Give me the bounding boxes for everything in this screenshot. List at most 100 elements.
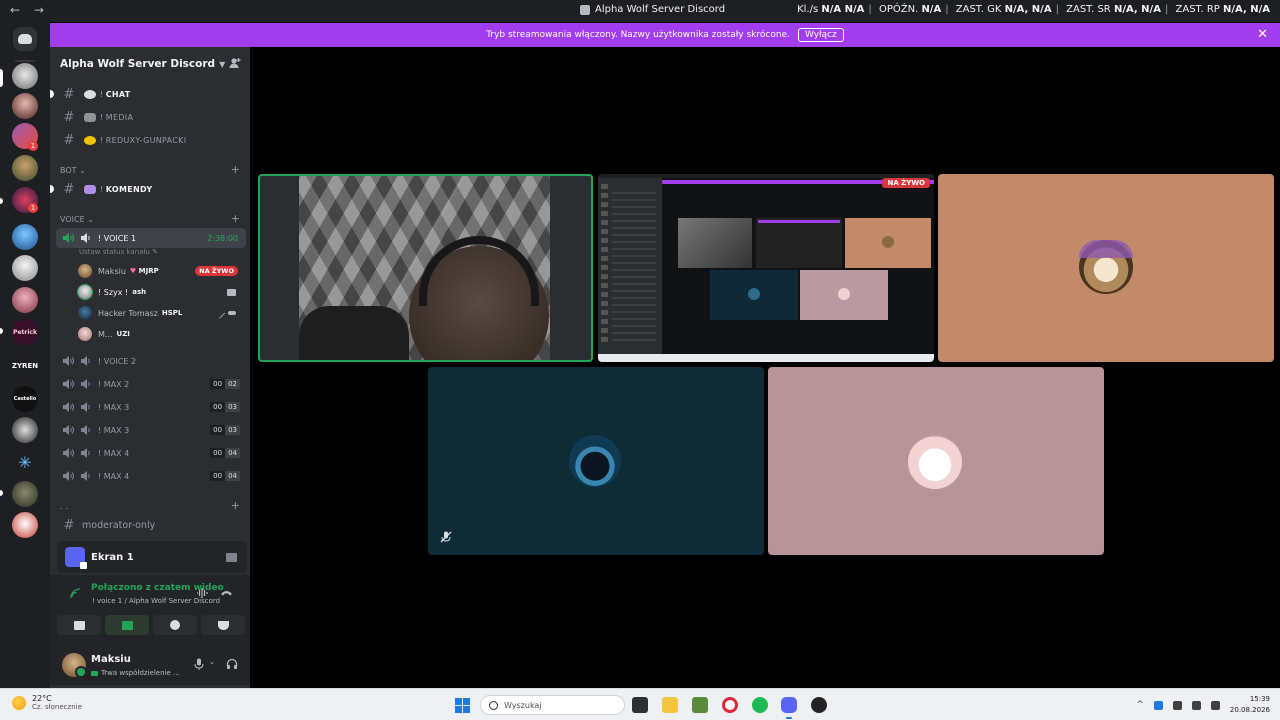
headphones-icon[interactable] (226, 658, 238, 670)
voice-user-name: ! Szyx ! (98, 287, 129, 297)
chevron-down-icon[interactable]: ⌄ (209, 658, 215, 666)
live-badge: NA ŻYWO (882, 178, 930, 188)
microphone-icon[interactable] (193, 658, 205, 670)
channel-prefix: ! (100, 112, 104, 122)
user-limit-badge: 00 04 (210, 448, 240, 458)
add-channel-icon[interactable]: + (231, 499, 240, 512)
tray-app-icon[interactable] (1153, 700, 1163, 710)
server-icon-8[interactable] (12, 287, 38, 313)
channel-komendy[interactable]: # ! komendy (50, 179, 246, 199)
activities-button[interactable] (153, 615, 197, 635)
task-view-icon[interactable] (632, 697, 648, 713)
server-header[interactable]: Alpha Wolf Server Discord ▼ (50, 47, 250, 81)
server-icon-12[interactable] (12, 512, 38, 538)
minecraft-icon[interactable] (692, 697, 708, 713)
video-tile-hacker-avatar[interactable] (428, 367, 764, 555)
server-icon-xyz[interactable] (12, 417, 38, 443)
video-tile-webcam[interactable] (258, 174, 593, 362)
disable-streamer-mode-button[interactable]: Wyłącz (797, 28, 844, 42)
opera-icon[interactable] (722, 697, 738, 713)
category-collapsed[interactable]: . . + (60, 499, 246, 512)
server-alpha-wolf[interactable] (12, 63, 38, 89)
battery-icon[interactable] (1210, 700, 1220, 710)
voice-channel-row[interactable]: ! max 3 00 03 (56, 397, 246, 417)
user-avatar[interactable] (62, 653, 87, 678)
voice-channel-row[interactable]: ! voice 2 (56, 351, 246, 371)
voice-channel-icon (63, 448, 74, 458)
soundboard-button[interactable] (201, 615, 245, 635)
system-tray: ^ 15:39 20.08.2026 (1136, 694, 1270, 716)
weather-widget[interactable]: 22°C Cz. słonecznie (12, 694, 82, 711)
discord-home-button[interactable] (13, 27, 37, 51)
volume-icon[interactable] (1191, 700, 1201, 710)
disconnect-icon[interactable] (220, 588, 233, 598)
server-icon-11[interactable] (12, 481, 38, 507)
weather-temp: 22°C (32, 694, 52, 703)
app-icon-black[interactable] (811, 697, 827, 713)
hash-icon: # (63, 132, 75, 148)
category-bot[interactable]: BOT ⌄ + (60, 163, 246, 176)
noise-suppression-icon[interactable] (196, 587, 209, 599)
channel-media[interactable]: # ! media (56, 107, 246, 127)
network-icon[interactable] (1172, 700, 1182, 710)
server-icon-4[interactable] (12, 155, 38, 181)
screen-share-icon (65, 547, 87, 569)
server-castello[interactable]: Castello (12, 386, 38, 412)
voice-channel-row[interactable]: ! max 4 00 04 (56, 466, 246, 486)
start-button[interactable] (455, 698, 470, 713)
close-banner-icon[interactable]: ✕ (1257, 27, 1268, 42)
voice-user-szyx[interactable]: ! Szyx ! ash (77, 282, 242, 302)
server-icon-2[interactable] (12, 93, 38, 119)
chevron-up-icon[interactable]: ^ (1136, 700, 1144, 710)
channel-chat[interactable]: # ! chat (50, 84, 246, 104)
voice-user-m[interactable]: M... UZI (78, 324, 242, 344)
set-channel-status-hint[interactable]: Ustaw status kanału ✎ (79, 248, 158, 256)
taskbar-search[interactable]: Wyszukaj (480, 695, 625, 715)
back-button[interactable]: ← (10, 3, 20, 17)
voice-channel-row[interactable]: ! max 4 00 04 (56, 443, 246, 463)
video-tile-dog-avatar[interactable] (938, 174, 1274, 362)
category-voice[interactable]: VOICE ⌄ + (60, 212, 246, 225)
video-tile-screen-share[interactable]: NA ŻYWO (598, 174, 934, 362)
video-tile-hamster-avatar[interactable] (768, 367, 1104, 555)
voice-user-maksiu[interactable]: Maksiu ♥ MJRP NA ŻYWO (78, 261, 242, 281)
channel-moderator-only[interactable]: # moderator-only (56, 515, 246, 535)
add-channel-icon[interactable]: + (231, 163, 240, 176)
speaker-icon (81, 356, 90, 366)
channel-prefix: ! (98, 402, 102, 412)
server-snowflake-icon[interactable]: ✳ (12, 449, 38, 475)
deafened-icon (228, 311, 236, 315)
add-member-icon[interactable] (229, 57, 241, 69)
heart-icon: ♥ (129, 267, 137, 275)
channel-reduxy-gunpacki[interactable]: # ! reduxy-gunpacki (56, 130, 246, 150)
muted-mic-icon (214, 307, 226, 319)
user-count: 00 (210, 379, 226, 389)
channel-prefix: ! (100, 135, 104, 145)
spotify-icon[interactable] (752, 697, 768, 713)
search-placeholder: Wyszukaj (504, 700, 542, 710)
voice-user-hacker-tomasz[interactable]: Hacker Tomasz HSPL (78, 303, 242, 323)
server-petrick[interactable]: Petrick (12, 319, 38, 345)
voice-channel-voice-1[interactable]: ! voice 1 2:38:00 (56, 228, 246, 248)
sunny-icon (12, 695, 26, 710)
server-icon-7[interactable] (12, 255, 38, 281)
clock[interactable]: 15:39 20.08.2026 (1230, 694, 1270, 716)
camera-off-button[interactable] (57, 615, 101, 635)
screen-share-button[interactable] (105, 615, 149, 635)
category-label: . . (60, 502, 68, 511)
server-icon-6[interactable] (12, 224, 38, 250)
server-zyren[interactable]: ZYREN (12, 353, 38, 379)
file-explorer-icon[interactable] (662, 697, 678, 713)
stop-preview-icon[interactable] (226, 552, 237, 562)
user-status-text: Trwa współdzielenie ... (101, 669, 180, 677)
user-name: Maksiu (91, 654, 131, 665)
live-badge: NA ŻYWO (195, 266, 238, 276)
voice-channel-row[interactable]: ! max 3 00 03 (56, 420, 246, 440)
server-mention-badge: 1 (28, 141, 38, 151)
screen-share-panel[interactable]: Ekran 1 (57, 541, 247, 573)
voice-channel-row[interactable]: ! max 2 00 02 (56, 374, 246, 394)
discord-taskbar-icon[interactable] (781, 697, 797, 713)
forward-button[interactable]: → (34, 3, 44, 17)
unread-pill (50, 90, 54, 98)
add-channel-icon[interactable]: + (231, 212, 240, 225)
